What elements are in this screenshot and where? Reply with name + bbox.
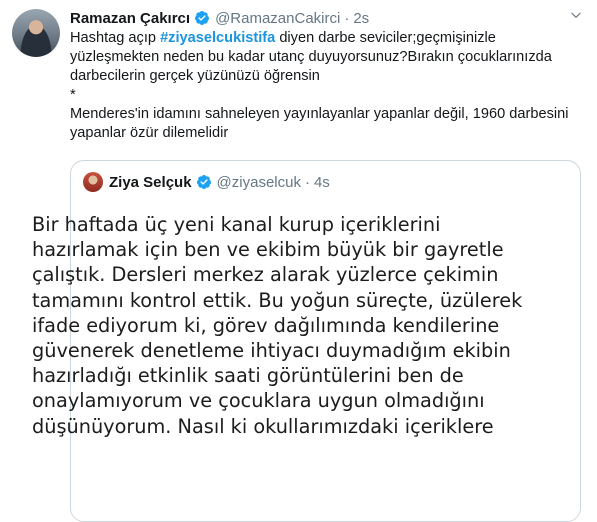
image-text-line: tamamını kontrol ettik. Bu yoğun süreçte… <box>32 288 523 312</box>
image-text-line: Bir haftada üç yeni kanal kurup içerikle… <box>32 213 441 236</box>
author-name[interactable]: Ramazan Çakırcı <box>70 10 190 27</box>
tweet-timestamp[interactable]: 2s <box>353 10 369 27</box>
quoted-header-separator: · <box>304 173 310 191</box>
quoted-image-text: Bir haftada üç yeni kanal kurup içerikle… <box>32 212 523 439</box>
header-separator: · <box>344 9 350 27</box>
image-text-line: hazırlamak için ben ve ekibim büyük bir … <box>32 238 504 262</box>
quoted-author-handle[interactable]: @ziyaselcuk <box>217 174 301 191</box>
image-text-line: hazırladığı etkinlik saati görüntülerini… <box>32 364 464 388</box>
tweet-header: Ramazan Çakırcı @RamazanCakirci · 2s <box>70 8 369 28</box>
chevron-down-icon[interactable] <box>569 8 583 22</box>
author-avatar[interactable] <box>12 9 60 57</box>
tweet-text: Hashtag açıp #ziyaselcukistifa diyen dar… <box>70 29 582 143</box>
author-handle[interactable]: @RamazanCakirci <box>215 10 340 27</box>
image-text-line: çalıştık. Dersleri merkez alarak yüzlerc… <box>32 263 499 287</box>
tweet-text-start: Hashtag açıp <box>70 30 161 46</box>
image-text-line: onaylamıyorum ve çocuklara uygun olmadığ… <box>32 389 485 413</box>
tweet-paragraph-1: Hashtag açıp #ziyaselcukistifa diyen dar… <box>70 29 582 86</box>
tweet-paragraph-2: Menderes'in idamını sahneleyen yayınlaya… <box>70 106 569 141</box>
image-text-line: güvenerek denetleme ihtiyacı duymadığım … <box>32 339 511 363</box>
image-text-line: ifade ediyorum ki, görev dağılımında ken… <box>32 313 500 337</box>
quoted-tweet-header: Ziya Selçuk @ziyaselcuk · 4s <box>83 172 330 192</box>
quoted-author-name[interactable]: Ziya Selçuk <box>109 174 192 191</box>
hashtag-link[interactable]: #ziyaselcukistifa <box>160 30 275 46</box>
image-text-line: düşünüyorum. Nasıl ki okullarımızdaki iç… <box>32 414 494 438</box>
verified-badge-icon <box>196 175 211 189</box>
tweet-asterisk: * <box>70 87 76 103</box>
verified-badge-icon <box>195 11 210 25</box>
quoted-tweet-timestamp[interactable]: 4s <box>314 174 330 191</box>
quoted-author-avatar[interactable] <box>83 172 103 192</box>
